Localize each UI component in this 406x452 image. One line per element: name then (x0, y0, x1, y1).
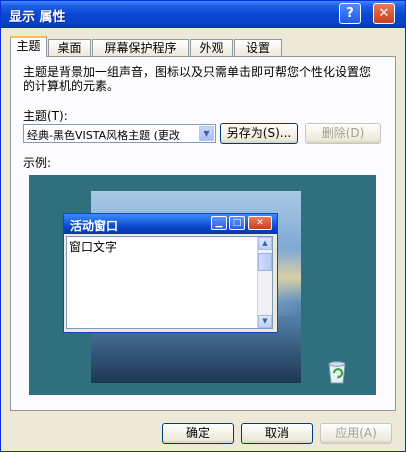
close-icon[interactable]: ✕ (373, 3, 395, 24)
delete-button[interactable]: 删除(D) (305, 123, 381, 144)
theme-label: 主题(T): (23, 109, 68, 123)
sample-window-titlebar: 活动窗口 ▁ □ ✕ (64, 214, 277, 234)
scroll-down-icon: ▼ (258, 315, 272, 328)
tab-appearance[interactable]: 外观 (190, 39, 233, 56)
sample-scrollbar: ▲ ▼ (257, 237, 272, 328)
title-bar[interactable]: 显示 属性 ? ✕ (1, 1, 405, 28)
tab-settings[interactable]: 设置 (234, 39, 282, 56)
theme-select[interactable]: 经典-黑色VISTA风格主题 (更改 ▼ (23, 124, 216, 143)
cancel-button[interactable]: 取消 (241, 423, 313, 444)
tab-screensaver[interactable]: 屏幕保护程序 (92, 39, 189, 56)
theme-description: 主题是背景加一组声音，图标以及只需单击即可帮您个性化设置您的计算机的元素。 (23, 65, 372, 93)
close-icon: ✕ (248, 216, 272, 230)
sample-window-text: 窗口文字 (69, 240, 118, 254)
scroll-thumb (258, 253, 272, 271)
theme-preview: 活动窗口 ▁ □ ✕ 窗口文字 ▲ ▼ (29, 175, 376, 395)
help-icon[interactable]: ? (339, 3, 361, 24)
window-title: 显示 属性 (9, 10, 66, 25)
sample-active-window: 活动窗口 ▁ □ ✕ 窗口文字 ▲ ▼ (63, 213, 278, 333)
maximize-icon: □ (229, 216, 245, 230)
sample-label: 示例: (23, 156, 52, 170)
recycle-bin-icon (328, 361, 346, 384)
ok-button[interactable]: 确定 (162, 423, 234, 444)
sample-window-title: 活动窗口 (70, 219, 119, 233)
tab-theme[interactable]: 主题 (10, 36, 47, 57)
minimize-icon: ▁ (211, 216, 227, 230)
tab-desktop[interactable]: 桌面 (48, 39, 91, 56)
theme-select-value: 经典-黑色VISTA风格主题 (更改 (27, 129, 180, 142)
display-properties-window: 显示 属性 ? ✕ 主题 桌面 屏幕保护程序 外观 设置 主题是背景加一组声音，… (0, 0, 406, 452)
scroll-up-icon: ▲ (258, 237, 272, 250)
apply-button[interactable]: 应用(A) (320, 423, 392, 444)
dropdown-arrow-icon[interactable]: ▼ (199, 126, 214, 141)
save-as-button[interactable]: 另存为(S)... (220, 123, 298, 144)
sample-window-body: 窗口文字 ▲ ▼ (66, 236, 273, 329)
